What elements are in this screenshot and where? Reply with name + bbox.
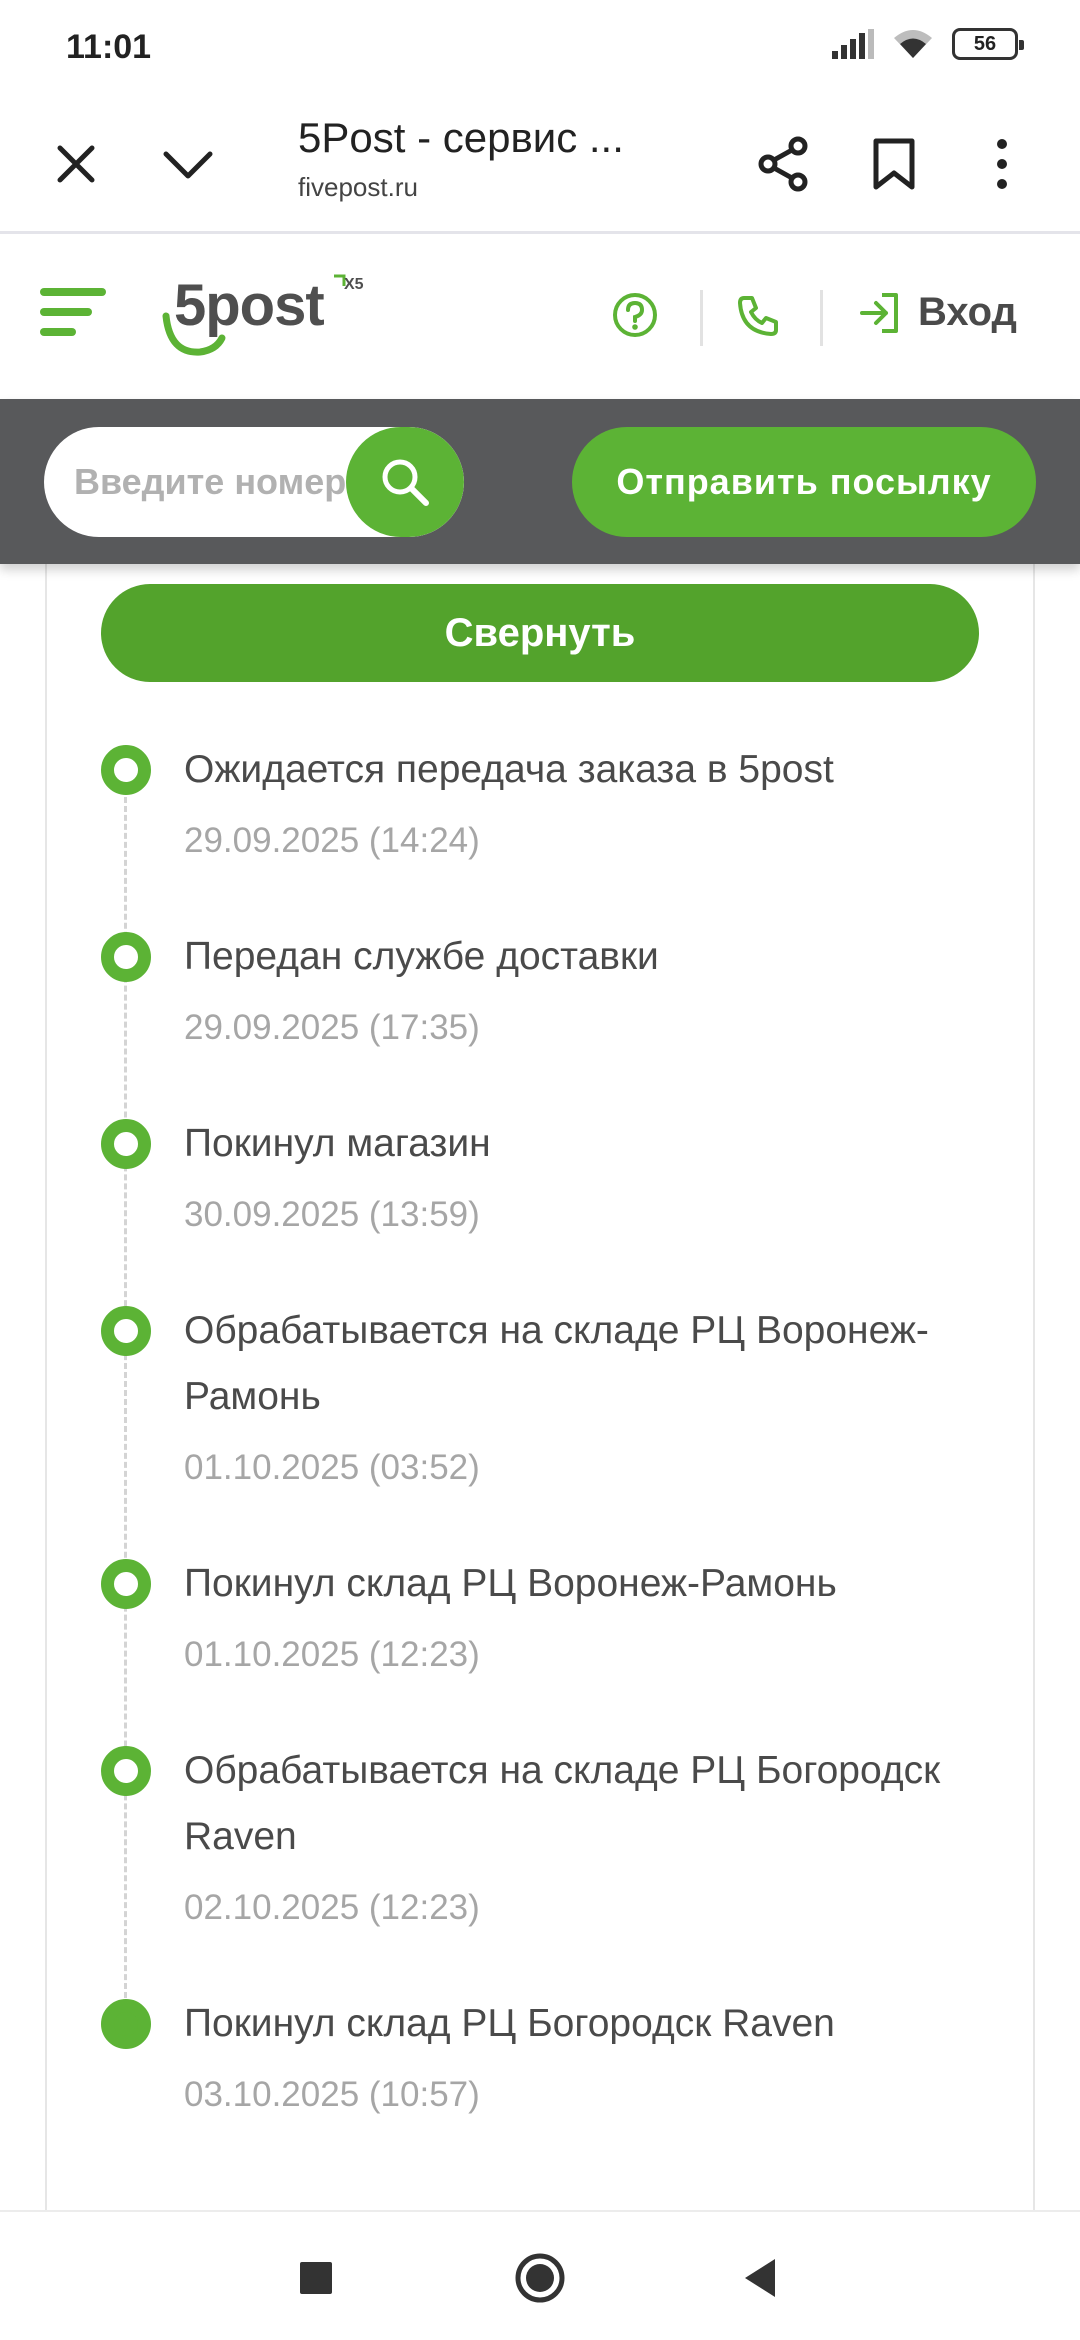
status-bar: 11:01 56: [0, 0, 1080, 96]
page-url[interactable]: fivepost.ru: [298, 172, 418, 203]
phone-button[interactable]: [736, 292, 782, 343]
search-icon: [382, 459, 429, 506]
login-icon: [860, 292, 898, 333]
browser-toolbar: 5Post - сервис ... fivepost.ru: [0, 96, 1080, 234]
timeline-dot: [101, 1559, 151, 1609]
battery-level: 56: [973, 32, 997, 55]
header-divider: [820, 290, 823, 346]
back-icon: [745, 2259, 775, 2297]
timeline-dot: [101, 1306, 151, 1356]
menu-icon: [40, 288, 106, 336]
search-button[interactable]: [346, 427, 464, 537]
bookmark-icon: [873, 138, 915, 190]
timeline-status: Обрабатывается на складе РЦ Воронеж-Рамо…: [184, 1309, 929, 1418]
help-icon: [613, 293, 657, 337]
timeline-dot: [101, 1746, 151, 1796]
timeline-date: 29.09.2025 (14:24): [184, 821, 480, 860]
search-box: [44, 427, 464, 537]
timeline-date: 03.10.2025 (10:57): [184, 2075, 480, 2114]
timeline-date: 29.09.2025 (17:35): [184, 1008, 480, 1047]
minimize-tab-button[interactable]: [150, 126, 226, 202]
share-icon: [758, 136, 808, 192]
status-time: 11:01: [66, 28, 152, 66]
system-nav-bar: [0, 2210, 1080, 2340]
site-header: 5post X5 Вход: [0, 234, 1080, 399]
battery-indicator: 56: [952, 28, 1024, 60]
wifi-icon: [894, 30, 932, 58]
logo[interactable]: 5post X5: [160, 270, 370, 356]
timeline-status: Обрабатывается на складе РЦ Богородск Ra…: [184, 1749, 941, 1858]
logo-badge: X5: [344, 276, 364, 293]
more-options-button[interactable]: [964, 126, 1040, 202]
bookmark-button[interactable]: [856, 126, 932, 202]
timeline-date: 01.10.2025 (12:23): [184, 1635, 480, 1674]
timeline-dot-current: [101, 1999, 151, 2049]
login-button[interactable]: Вход: [858, 290, 1017, 335]
help-button[interactable]: [612, 292, 658, 343]
timeline-status: Покинул склад РЦ Воронеж-Рамонь: [184, 1562, 837, 1605]
header-divider: [700, 290, 703, 346]
signal-icon: [832, 29, 874, 59]
timeline-dot: [101, 932, 151, 982]
home-icon: [515, 2253, 565, 2303]
logo-text: 5post: [174, 273, 325, 338]
recents-button[interactable]: [278, 2240, 354, 2316]
login-label: Вход: [918, 290, 1017, 334]
timeline-status: Покинул магазин: [184, 1122, 491, 1165]
close-icon: [57, 145, 95, 183]
timeline-status: Ожидается передача заказа в 5post: [184, 748, 834, 791]
timeline-date: 01.10.2025 (03:52): [184, 1448, 480, 1487]
more-vert-icon: [997, 139, 1007, 189]
timeline-status: Покинул склад РЦ Богородск Raven: [184, 2002, 835, 2045]
status-icons: 56: [832, 28, 1024, 60]
page: 11:01 56 5Post - сервис ... fivepost.ru …: [0, 0, 1080, 2340]
search-band: Отправить посылку: [0, 399, 1080, 564]
timeline-dot: [101, 745, 151, 795]
page-title[interactable]: 5Post - сервис ...: [298, 114, 624, 162]
back-button[interactable]: [722, 2240, 798, 2316]
home-button[interactable]: [502, 2240, 578, 2316]
recents-icon: [300, 2262, 332, 2294]
chevron-down-icon: [163, 151, 213, 179]
collapse-button[interactable]: Свернуть: [101, 584, 979, 682]
timeline-date: 30.09.2025 (13:59): [184, 1195, 480, 1234]
close-tab-button[interactable]: [38, 126, 114, 202]
menu-button[interactable]: [40, 286, 110, 345]
timeline-dot: [101, 1119, 151, 1169]
phone-icon: [738, 296, 778, 336]
send-parcel-button[interactable]: Отправить посылку: [572, 427, 1036, 537]
share-button[interactable]: [746, 126, 822, 202]
timeline-status: Передан службе доставки: [184, 935, 659, 978]
timeline-date: 02.10.2025 (12:23): [184, 1888, 480, 1927]
